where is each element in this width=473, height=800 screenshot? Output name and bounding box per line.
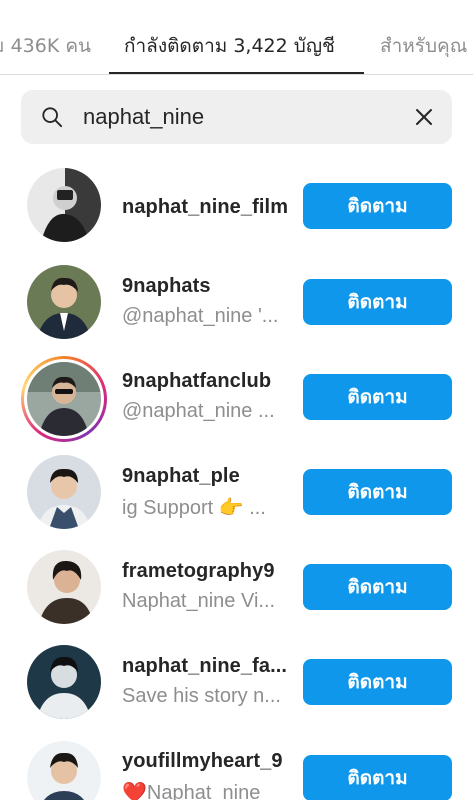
- avatar[interactable]: [27, 741, 101, 800]
- account-bio: ig Support 👉 ...: [122, 497, 266, 519]
- follow-button[interactable]: ติดตาม: [303, 279, 452, 325]
- search-input[interactable]: [83, 102, 383, 132]
- tab-following[interactable]: กำลังติดตาม 3,422 บัญชี: [124, 31, 335, 61]
- username[interactable]: 9naphat_ple: [122, 465, 240, 488]
- username[interactable]: naphat_nine_film: [122, 196, 288, 219]
- list-item[interactable]: youfillmyheart_9 ❤️Naphat_nine ติดตาม: [0, 728, 473, 800]
- follow-button[interactable]: ติดตาม: [303, 755, 452, 800]
- avatar[interactable]: [27, 455, 101, 529]
- account-bio: ❤️Naphat_nine: [122, 782, 261, 800]
- follow-button[interactable]: ติดตาม: [303, 659, 452, 705]
- active-tab-indicator: [109, 72, 364, 74]
- list-item[interactable]: 9naphat_ple ig Support 👉 ... ติดตาม: [0, 443, 473, 538]
- account-bio: @naphat_nine ...: [122, 400, 275, 422]
- tab-followers[interactable]: ม 436K คน: [0, 31, 91, 61]
- follow-button[interactable]: ติดตาม: [303, 469, 452, 515]
- avatar[interactable]: [27, 168, 101, 242]
- username[interactable]: 9naphatfanclub: [122, 370, 271, 393]
- list-item[interactable]: 9naphats @naphat_nine '... ติดตาม: [0, 253, 473, 348]
- account-bio: Naphat_nine Vi...: [122, 590, 276, 612]
- avatar[interactable]: [27, 645, 101, 719]
- username[interactable]: frametography9: [122, 560, 275, 583]
- avatar[interactable]: [27, 362, 101, 436]
- follow-button[interactable]: ติดตาม: [303, 564, 452, 610]
- follow-button[interactable]: ติดตาม: [303, 183, 452, 229]
- tab-bar: ม 436K คน กำลังติดตาม 3,422 บัญชี สำหรับ…: [0, 0, 473, 75]
- search-icon: [42, 107, 63, 128]
- list-item[interactable]: frametography9 Naphat_nine Vi... ติดตาม: [0, 538, 473, 633]
- username[interactable]: youfillmyheart_9: [122, 750, 283, 773]
- avatar[interactable]: [27, 265, 101, 339]
- account-bio: Save his story n...: [122, 685, 281, 707]
- search-bar: [21, 90, 452, 144]
- username[interactable]: 9naphats: [122, 275, 211, 298]
- close-icon[interactable]: [414, 107, 434, 127]
- list-item[interactable]: naphat_nine_film ติดตาม: [0, 158, 473, 253]
- account-bio: @naphat_nine '...: [122, 305, 279, 327]
- username[interactable]: naphat_nine_fa...: [122, 655, 287, 678]
- avatar[interactable]: [27, 550, 101, 624]
- tab-for-you[interactable]: สำหรับคุณ: [380, 31, 467, 61]
- list-item[interactable]: 9naphatfanclub @naphat_nine ... ติดตาม: [0, 348, 473, 443]
- follow-button[interactable]: ติดตาม: [303, 374, 452, 420]
- list-item[interactable]: naphat_nine_fa... Save his story n... ติ…: [0, 633, 473, 728]
